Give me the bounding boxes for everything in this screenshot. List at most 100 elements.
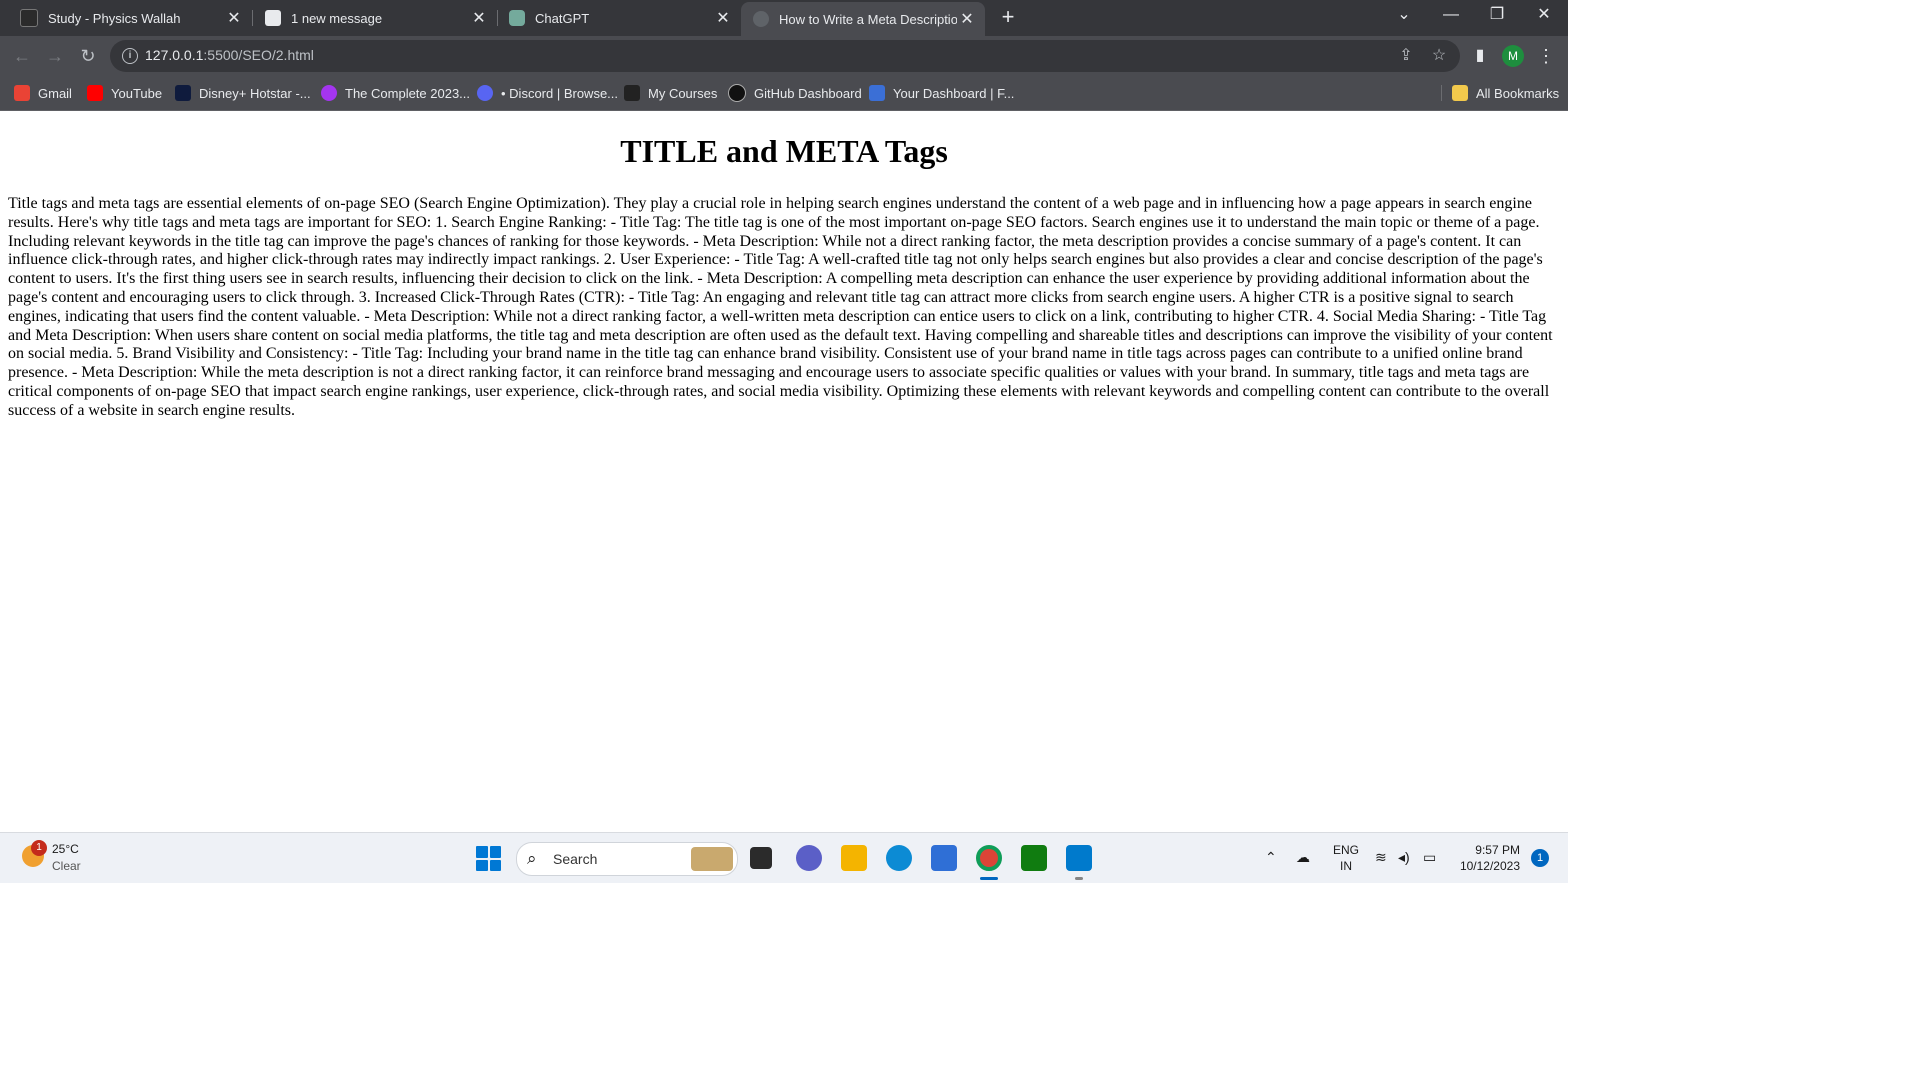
teams-chat-icon[interactable] <box>796 845 822 871</box>
onedrive-icon[interactable]: ☁ <box>1296 849 1310 866</box>
all-bookmarks-button[interactable]: All Bookmarks <box>1452 84 1559 102</box>
browser-toolbar: ← → ↻ i 127.0.0.1:5500/SEO/2.html ⇪ ☆ ▮ … <box>0 36 1568 76</box>
language-indicator[interactable]: ENG IN <box>1333 842 1359 874</box>
page-heading: TITLE and META Tags <box>620 133 948 169</box>
chrome-icon[interactable] <box>976 845 1002 871</box>
profile-avatar[interactable]: M <box>1502 45 1524 67</box>
vscode-running-indicator <box>1075 877 1083 880</box>
close-icon[interactable]: ✕ <box>469 8 489 28</box>
weather-condition: Clear <box>52 859 81 873</box>
dashboard-icon <box>869 85 885 101</box>
bookmark-youtube[interactable]: YouTube <box>87 84 162 102</box>
bookmark-label: All Bookmarks <box>1476 85 1560 101</box>
taskbar-search[interactable]: ⌕ Search <box>516 842 738 876</box>
bookmark-label: The Complete 2023... <box>345 85 471 101</box>
start-button[interactable] <box>476 846 501 871</box>
close-icon[interactable]: ✕ <box>224 8 244 28</box>
bookmark-label: Your Dashboard | F... <box>893 85 1015 101</box>
forward-icon[interactable]: → <box>43 44 67 68</box>
notification-badge[interactable]: 1 <box>1531 849 1549 867</box>
tab-label: How to Write a Meta Description <box>779 11 957 27</box>
restore-button[interactable]: ❐ <box>1474 0 1520 32</box>
close-icon[interactable]: ✕ <box>713 8 733 28</box>
xbox-icon[interactable] <box>1021 845 1047 871</box>
bookmark-udemy[interactable]: The Complete 2023... <box>321 84 470 102</box>
physics-wallah-icon <box>20 9 38 27</box>
tab-search-icon[interactable]: ⌄ <box>1381 0 1427 32</box>
windows-logo-tile <box>476 859 488 871</box>
back-icon[interactable]: ← <box>10 44 34 68</box>
volume-icon[interactable]: ◂) <box>1398 849 1410 866</box>
url-host: 127.0.0.1 <box>145 47 204 63</box>
side-panel-icon[interactable]: ▮ <box>1468 44 1492 68</box>
chrome-active-indicator <box>980 877 998 880</box>
weather-temperature: 25°C <box>52 842 79 856</box>
gmail-icon <box>14 85 30 101</box>
page-paragraph: Title tags and meta tags are essential e… <box>8 195 1553 419</box>
search-highlight-image <box>691 847 733 871</box>
menu-icon[interactable]: ⋮ <box>1534 44 1558 68</box>
url-text[interactable]: 127.0.0.1:5500/SEO/2.html <box>145 47 314 63</box>
edge-icon[interactable] <box>886 845 912 871</box>
bookmark-github[interactable]: GitHub Dashboard <box>728 84 862 102</box>
reload-icon[interactable]: ↻ <box>76 44 100 68</box>
tab-new-message[interactable]: 1 new message ✕ <box>245 2 497 34</box>
url-path: :5500/SEO/2.html <box>203 47 314 63</box>
bookmark-gmail[interactable]: Gmail <box>14 84 72 102</box>
windows-logo-tile <box>476 846 488 858</box>
chevron-up-icon[interactable]: ⌃ <box>1265 849 1277 866</box>
tab-chatgpt[interactable]: ChatGPT ✕ <box>489 2 741 34</box>
close-icon[interactable]: ✕ <box>957 9 977 29</box>
bookmark-divider <box>1441 85 1442 101</box>
system-clock[interactable]: 9:57 PM 10/12/2023 <box>1452 842 1520 874</box>
udemy-icon <box>321 85 337 101</box>
courses-icon <box>624 85 640 101</box>
bookmark-label: • Discord | Browse... <box>501 85 619 101</box>
windows-logo-tile <box>489 859 501 871</box>
store-icon[interactable] <box>931 845 957 871</box>
bookmark-label: YouTube <box>111 85 163 101</box>
wordpress-icon <box>265 10 281 26</box>
tab-physics-wallah[interactable]: Study - Physics Wallah ✕ <box>0 2 252 34</box>
minimize-button[interactable]: — <box>1428 0 1474 32</box>
tab-strip: Study - Physics Wallah ✕ 1 new message ✕… <box>0 0 1568 36</box>
share-icon[interactable]: ⇪ <box>1396 46 1416 66</box>
github-icon <box>728 84 746 102</box>
language-code: ENG <box>1333 843 1360 857</box>
page-content: TITLE and META Tags Title tags and meta … <box>0 111 1568 832</box>
bookmark-discord[interactable]: • Discord | Browse... <box>477 84 618 102</box>
bookmark-label: My Courses <box>648 85 718 101</box>
region-code: IN <box>1340 859 1352 873</box>
discord-icon <box>477 85 493 101</box>
youtube-icon <box>87 85 103 101</box>
bookmark-label: GitHub Dashboard <box>754 85 862 101</box>
file-explorer-icon[interactable] <box>841 845 867 871</box>
tab-label: 1 new message <box>291 10 383 26</box>
bookmarks-bar: Gmail YouTube Disney+ Hotstar -... The C… <box>0 76 1568 111</box>
weather-badge: 1 <box>31 840 47 856</box>
search-icon: ⌕ <box>527 849 537 868</box>
battery-icon[interactable]: ▭ <box>1423 849 1436 866</box>
loading-icon <box>753 11 769 27</box>
clock-time: 9:57 PM <box>1475 843 1520 857</box>
task-view-icon[interactable] <box>750 847 772 869</box>
new-tab-button[interactable]: + <box>996 4 1020 30</box>
bookmark-my-courses[interactable]: My Courses <box>624 84 717 102</box>
window-close-button[interactable]: ✕ <box>1521 0 1567 32</box>
clock-date: 10/12/2023 <box>1459 859 1520 873</box>
taskbar: 1 25°C Clear ⌕ Search ⌃ ☁ ENG IN ≋ ◂) ▭ 9… <box>0 832 1568 883</box>
bookmark-star-icon[interactable]: ☆ <box>1429 46 1449 66</box>
site-info-icon[interactable]: i <box>122 48 138 64</box>
tab-label: ChatGPT <box>535 10 590 26</box>
folder-icon <box>1452 85 1468 101</box>
bookmark-hotstar[interactable]: Disney+ Hotstar -... <box>175 84 311 102</box>
windows-logo-tile <box>489 846 501 858</box>
bookmark-dashboard[interactable]: Your Dashboard | F... <box>869 84 1014 102</box>
wifi-icon[interactable]: ≋ <box>1375 849 1387 866</box>
address-bar[interactable]: i 127.0.0.1:5500/SEO/2.html ⇪ ☆ <box>110 40 1460 72</box>
vscode-icon[interactable] <box>1066 845 1092 871</box>
chatgpt-icon <box>509 10 525 26</box>
tab-meta-description[interactable]: How to Write a Meta Description ✕ <box>741 2 985 36</box>
bookmark-label: Disney+ Hotstar -... <box>199 85 311 101</box>
bookmark-label: Gmail <box>38 85 72 101</box>
